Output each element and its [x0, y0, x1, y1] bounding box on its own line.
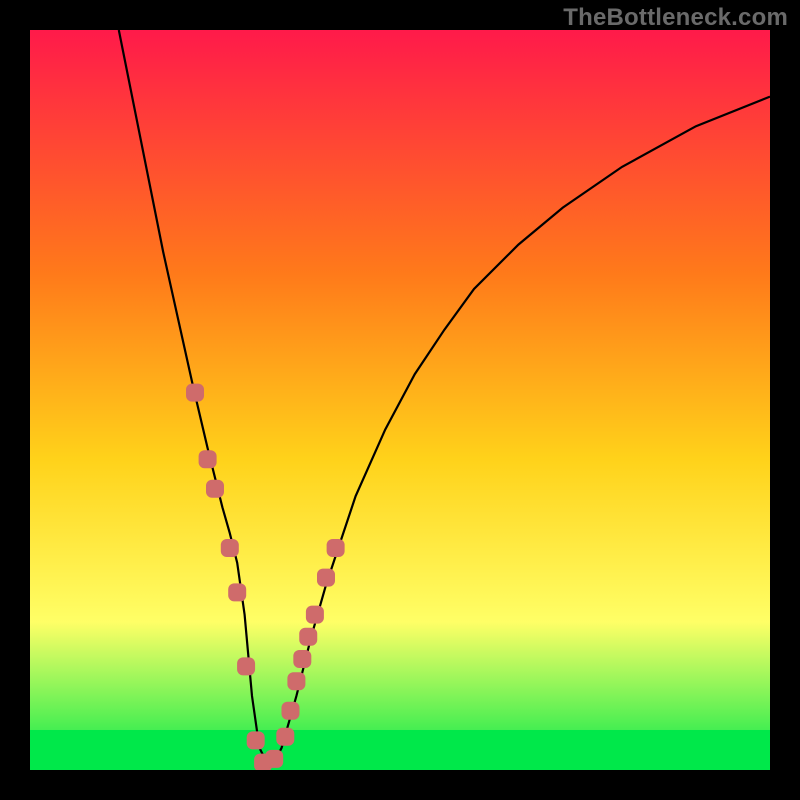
marker-point — [293, 650, 311, 668]
marker-point — [186, 384, 204, 402]
marker-point — [276, 728, 294, 746]
watermark-text: TheBottleneck.com — [563, 4, 788, 32]
marker-point — [228, 583, 246, 601]
chart-svg — [30, 30, 770, 770]
marker-point — [306, 606, 324, 624]
green-baseline-band — [30, 730, 770, 770]
marker-point — [317, 569, 335, 587]
plot-area — [30, 30, 770, 770]
marker-point — [206, 480, 224, 498]
marker-point — [237, 657, 255, 675]
marker-point — [287, 672, 305, 690]
marker-point — [299, 628, 317, 646]
marker-point — [327, 539, 345, 557]
marker-point — [199, 450, 217, 468]
marker-point — [281, 702, 299, 720]
marker-point — [221, 539, 239, 557]
marker-point — [265, 750, 283, 768]
chart-frame: TheBottleneck.com — [0, 0, 800, 800]
marker-point — [247, 731, 265, 749]
